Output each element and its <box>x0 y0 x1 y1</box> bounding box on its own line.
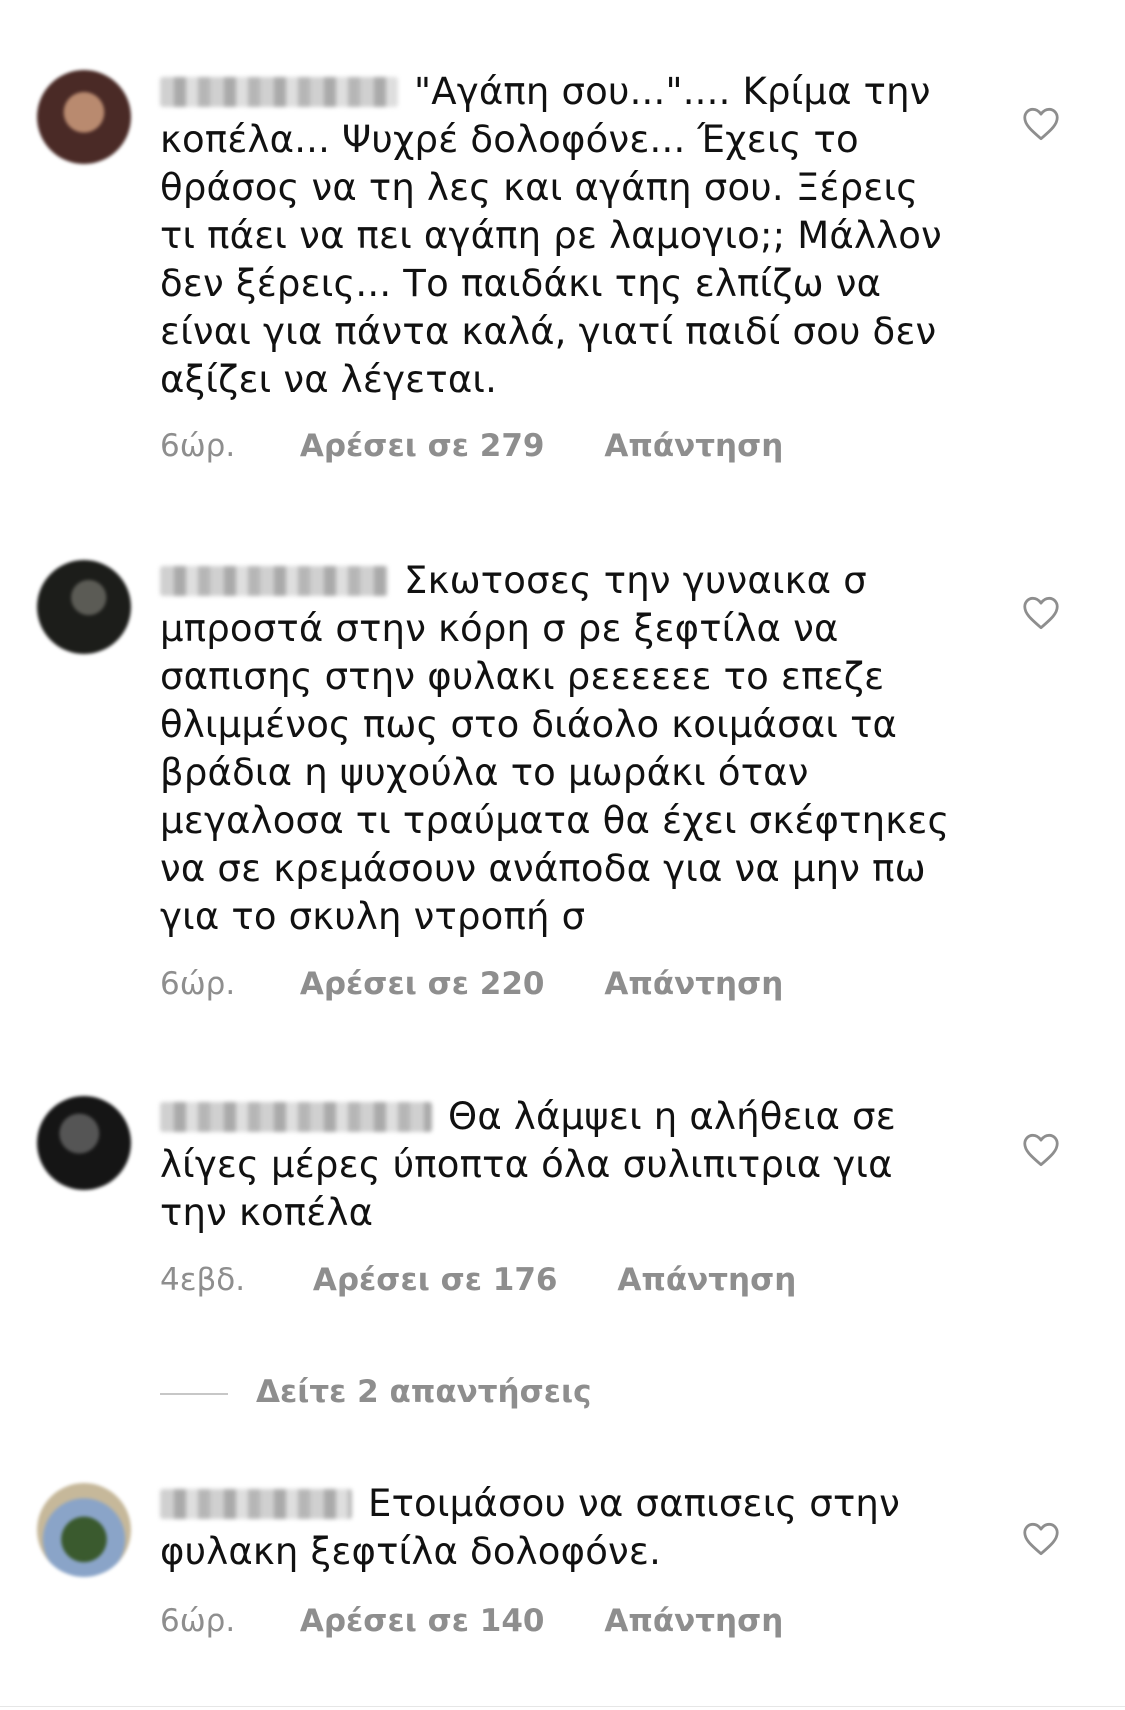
comment-text-block: "Αγάπη σου...".... Κρίμα την κοπέλα... Ψ… <box>160 68 950 404</box>
view-replies-label: Δείτε 2 απαντήσεις <box>256 1374 592 1410</box>
heart-outline-icon[interactable] <box>1022 1522 1060 1556</box>
comment-text: "Αγάπη σου...".... Κρίμα την κοπέλα... Ψ… <box>160 70 954 401</box>
heart-outline-icon[interactable] <box>1022 596 1060 630</box>
likes-count[interactable]: Αρέσει σε 279 <box>300 428 545 464</box>
comment-time: 4εβδ. <box>160 1262 246 1298</box>
heart-outline-icon[interactable] <box>1022 107 1060 141</box>
avatar[interactable] <box>37 1483 131 1577</box>
comment-time: 6ώρ. <box>160 1603 236 1639</box>
avatar[interactable] <box>37 1096 131 1190</box>
replies-divider-line <box>160 1392 228 1395</box>
username-redacted[interactable] <box>160 1489 352 1519</box>
comment-text-block: Θα λάμψει η αλήθεια σε λίγες μέρες ύποπτ… <box>160 1093 950 1237</box>
comment-meta: 6ώρ. Αρέσει σε 220 Απάντηση <box>160 966 783 1002</box>
avatar[interactable] <box>37 560 131 654</box>
reply-button[interactable]: Απάντηση <box>604 428 783 464</box>
comment-text-block: Ετοιμάσου να σαπισεις στην φυλακη ξεφτίλ… <box>160 1480 950 1576</box>
comment-text: Σκωτοσες την γυναικα σ μπροστά στην κόρη… <box>160 559 962 938</box>
comment-time: 6ώρ. <box>160 966 236 1002</box>
bottom-divider <box>0 1706 1125 1707</box>
likes-count[interactable]: Αρέσει σε 176 <box>313 1262 558 1298</box>
comment-time: 6ώρ. <box>160 428 236 464</box>
comment-meta: 6ώρ. Αρέσει σε 140 Απάντηση <box>160 1603 783 1639</box>
username-redacted[interactable] <box>160 1102 432 1132</box>
reply-button[interactable]: Απάντηση <box>604 1603 783 1639</box>
reply-button[interactable]: Απάντηση <box>617 1262 796 1298</box>
view-replies-button[interactable]: Δείτε 2 απαντήσεις <box>160 1374 591 1410</box>
likes-count[interactable]: Αρέσει σε 140 <box>300 1603 545 1639</box>
comment-text-block: Σκωτοσες την γυναικα σ μπροστά στην κόρη… <box>160 557 950 941</box>
username-redacted[interactable] <box>160 77 398 107</box>
reply-button[interactable]: Απάντηση <box>604 966 783 1002</box>
comment-meta: 6ώρ. Αρέσει σε 279 Απάντηση <box>160 428 783 464</box>
avatar[interactable] <box>37 70 131 164</box>
username-redacted[interactable] <box>160 566 388 596</box>
comment-meta: 4εβδ. Αρέσει σε 176 Απάντηση <box>160 1262 796 1298</box>
likes-count[interactable]: Αρέσει σε 220 <box>300 966 545 1002</box>
heart-outline-icon[interactable] <box>1022 1133 1060 1167</box>
